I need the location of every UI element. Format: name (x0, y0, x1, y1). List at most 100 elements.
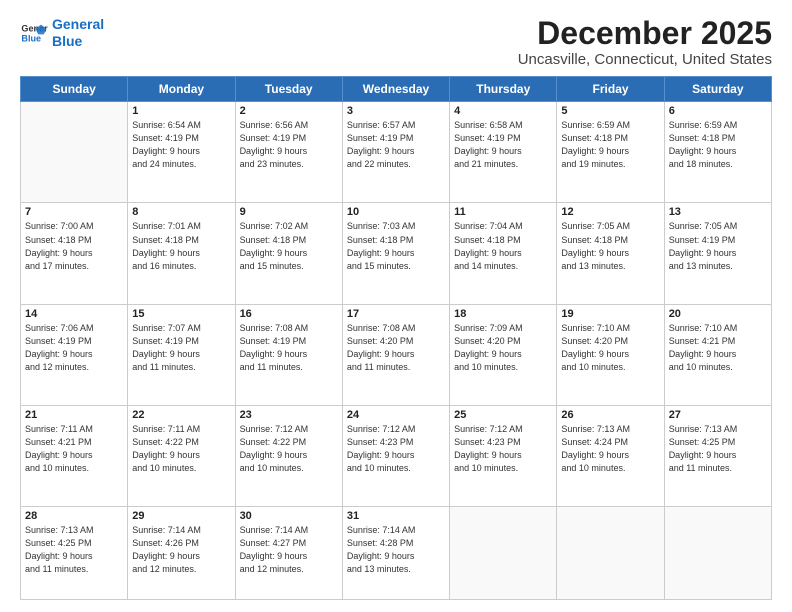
calendar-day-cell (664, 507, 771, 600)
header: General Blue General Blue December 2025 … (20, 16, 772, 68)
day-number: 17 (347, 308, 445, 320)
day-number: 28 (25, 510, 123, 522)
day-info: Sunrise: 7:06 AM Sunset: 4:19 PM Dayligh… (25, 322, 123, 374)
day-info: Sunrise: 7:03 AM Sunset: 4:18 PM Dayligh… (347, 220, 445, 272)
day-info: Sunrise: 6:58 AM Sunset: 4:19 PM Dayligh… (454, 119, 552, 171)
location: Uncasville, Connecticut, United States (518, 51, 772, 68)
day-number: 31 (347, 510, 445, 522)
calendar-header-row: SundayMondayTuesdayWednesdayThursdayFrid… (21, 77, 772, 102)
day-number: 25 (454, 409, 552, 421)
calendar-week-row: 1Sunrise: 6:54 AM Sunset: 4:19 PM Daylig… (21, 102, 772, 203)
day-number: 11 (454, 206, 552, 218)
day-info: Sunrise: 6:59 AM Sunset: 4:18 PM Dayligh… (561, 119, 659, 171)
day-number: 30 (240, 510, 338, 522)
logo-line1: General (52, 16, 104, 32)
day-info: Sunrise: 7:02 AM Sunset: 4:18 PM Dayligh… (240, 220, 338, 272)
day-number: 23 (240, 409, 338, 421)
day-info: Sunrise: 7:14 AM Sunset: 4:28 PM Dayligh… (347, 524, 445, 576)
day-info: Sunrise: 7:12 AM Sunset: 4:23 PM Dayligh… (454, 423, 552, 475)
day-info: Sunrise: 6:54 AM Sunset: 4:19 PM Dayligh… (132, 119, 230, 171)
day-number: 21 (25, 409, 123, 421)
day-number: 9 (240, 206, 338, 218)
logo-line2: Blue (52, 33, 82, 49)
calendar-week-row: 21 Sunrise: 7:11 AM Sunset: 4:21 PM Dayli… (21, 406, 772, 507)
calendar-day-cell: 6 Sunrise: 6:59 AM Sunset: 4:18 PM Daylig… (664, 102, 771, 203)
day-number: 16 (240, 308, 338, 320)
day-number: 14 (25, 308, 123, 320)
calendar-week-row: 7Sunrise: 7:00 AM Sunset: 4:18 PM Daylig… (21, 203, 772, 304)
calendar-day-cell: 15 Sunrise: 7:07 AM Sunset: 4:19 PM Dayli… (128, 304, 235, 405)
day-number: 2 (240, 105, 338, 117)
day-number: 18 (454, 308, 552, 320)
day-info: Sunrise: 6:56 AM Sunset: 4:19 PM Dayligh… (240, 119, 338, 171)
day-info: Sunrise: 7:07 AM Sunset: 4:19 PM Dayligh… (132, 322, 230, 374)
calendar-day-cell: 3 Sunrise: 6:57 AM Sunset: 4:19 PM Daylig… (342, 102, 449, 203)
calendar-day-cell: 13 Sunrise: 7:05 AM Sunset: 4:19 PM Dayli… (664, 203, 771, 304)
calendar-day-cell: 4 Sunrise: 6:58 AM Sunset: 4:19 PM Daylig… (450, 102, 557, 203)
calendar-day-cell (450, 507, 557, 600)
calendar-day-cell: 2 Sunrise: 6:56 AM Sunset: 4:19 PM Daylig… (235, 102, 342, 203)
calendar-day-cell: 5 Sunrise: 6:59 AM Sunset: 4:18 PM Daylig… (557, 102, 664, 203)
page: General Blue General Blue December 2025 … (0, 0, 792, 612)
calendar-day-header: Tuesday (235, 77, 342, 102)
calendar-day-cell (21, 102, 128, 203)
day-info: Sunrise: 7:01 AM Sunset: 4:18 PM Dayligh… (132, 220, 230, 272)
day-number: 20 (669, 308, 767, 320)
day-info: Sunrise: 7:11 AM Sunset: 4:22 PM Dayligh… (132, 423, 230, 475)
calendar-day-cell: 30 Sunrise: 7:14 AM Sunset: 4:27 PM Dayli… (235, 507, 342, 600)
calendar-day-cell: 28 Sunrise: 7:13 AM Sunset: 4:25 PM Dayli… (21, 507, 128, 600)
day-info: Sunrise: 7:08 AM Sunset: 4:20 PM Dayligh… (347, 322, 445, 374)
calendar-day-cell: 17 Sunrise: 7:08 AM Sunset: 4:20 PM Dayli… (342, 304, 449, 405)
logo: General Blue General Blue (20, 16, 104, 50)
calendar-day-cell: 29Sunrise: 7:14 AM Sunset: 4:26 PM Dayli… (128, 507, 235, 600)
calendar-day-cell: 12 Sunrise: 7:05 AM Sunset: 4:18 PM Dayli… (557, 203, 664, 304)
calendar-day-cell: 11Sunrise: 7:04 AM Sunset: 4:18 PM Dayli… (450, 203, 557, 304)
calendar-day-cell: 8 Sunrise: 7:01 AM Sunset: 4:18 PM Daylig… (128, 203, 235, 304)
day-info: Sunrise: 7:14 AM Sunset: 4:27 PM Dayligh… (240, 524, 338, 576)
calendar-day-header: Sunday (21, 77, 128, 102)
calendar-day-cell: 27 Sunrise: 7:13 AM Sunset: 4:25 PM Dayli… (664, 406, 771, 507)
calendar-day-cell: 9 Sunrise: 7:02 AM Sunset: 4:18 PM Daylig… (235, 203, 342, 304)
day-info: Sunrise: 7:10 AM Sunset: 4:21 PM Dayligh… (669, 322, 767, 374)
svg-text:Blue: Blue (21, 33, 41, 43)
day-number: 27 (669, 409, 767, 421)
day-number: 10 (347, 206, 445, 218)
day-number: 13 (669, 206, 767, 218)
day-info: Sunrise: 7:11 AM Sunset: 4:21 PM Dayligh… (25, 423, 123, 475)
day-info: Sunrise: 6:59 AM Sunset: 4:18 PM Dayligh… (669, 119, 767, 171)
day-number: 7 (25, 206, 123, 218)
calendar-day-cell: 31 Sunrise: 7:14 AM Sunset: 4:28 PM Dayli… (342, 507, 449, 600)
day-number: 3 (347, 105, 445, 117)
calendar-day-cell: 14 Sunrise: 7:06 AM Sunset: 4:19 PM Dayli… (21, 304, 128, 405)
day-number: 5 (561, 105, 659, 117)
day-number: 6 (669, 105, 767, 117)
calendar-day-cell: 19 Sunrise: 7:10 AM Sunset: 4:20 PM Dayli… (557, 304, 664, 405)
day-info: Sunrise: 7:14 AM Sunset: 4:26 PM Dayligh… (132, 524, 230, 576)
day-info: Sunrise: 7:13 AM Sunset: 4:25 PM Dayligh… (669, 423, 767, 475)
day-number: 4 (454, 105, 552, 117)
logo-text: General Blue (52, 16, 104, 50)
day-info: Sunrise: 7:05 AM Sunset: 4:18 PM Dayligh… (561, 220, 659, 272)
calendar-day-header: Saturday (664, 77, 771, 102)
day-number: 8 (132, 206, 230, 218)
calendar-day-cell: 23 Sunrise: 7:12 AM Sunset: 4:22 PM Dayli… (235, 406, 342, 507)
day-number: 19 (561, 308, 659, 320)
day-info: Sunrise: 7:05 AM Sunset: 4:19 PM Dayligh… (669, 220, 767, 272)
calendar-week-row: 28 Sunrise: 7:13 AM Sunset: 4:25 PM Dayli… (21, 507, 772, 600)
day-number: 15 (132, 308, 230, 320)
day-info: Sunrise: 7:13 AM Sunset: 4:24 PM Dayligh… (561, 423, 659, 475)
calendar-day-cell: 10 Sunrise: 7:03 AM Sunset: 4:18 PM Dayli… (342, 203, 449, 304)
calendar-table: SundayMondayTuesdayWednesdayThursdayFrid… (20, 76, 772, 600)
day-info: Sunrise: 7:12 AM Sunset: 4:23 PM Dayligh… (347, 423, 445, 475)
day-number: 22 (132, 409, 230, 421)
calendar-week-row: 14 Sunrise: 7:06 AM Sunset: 4:19 PM Dayli… (21, 304, 772, 405)
day-info: Sunrise: 7:10 AM Sunset: 4:20 PM Dayligh… (561, 322, 659, 374)
day-info: Sunrise: 7:09 AM Sunset: 4:20 PM Dayligh… (454, 322, 552, 374)
day-info: Sunrise: 7:12 AM Sunset: 4:22 PM Dayligh… (240, 423, 338, 475)
day-info: Sunrise: 6:57 AM Sunset: 4:19 PM Dayligh… (347, 119, 445, 171)
day-info: Sunrise: 7:13 AM Sunset: 4:25 PM Dayligh… (25, 524, 123, 576)
calendar-day-header: Wednesday (342, 77, 449, 102)
calendar-day-cell: 16Sunrise: 7:08 AM Sunset: 4:19 PM Dayli… (235, 304, 342, 405)
day-number: 12 (561, 206, 659, 218)
calendar-day-cell: 24Sunrise: 7:12 AM Sunset: 4:23 PM Dayli… (342, 406, 449, 507)
